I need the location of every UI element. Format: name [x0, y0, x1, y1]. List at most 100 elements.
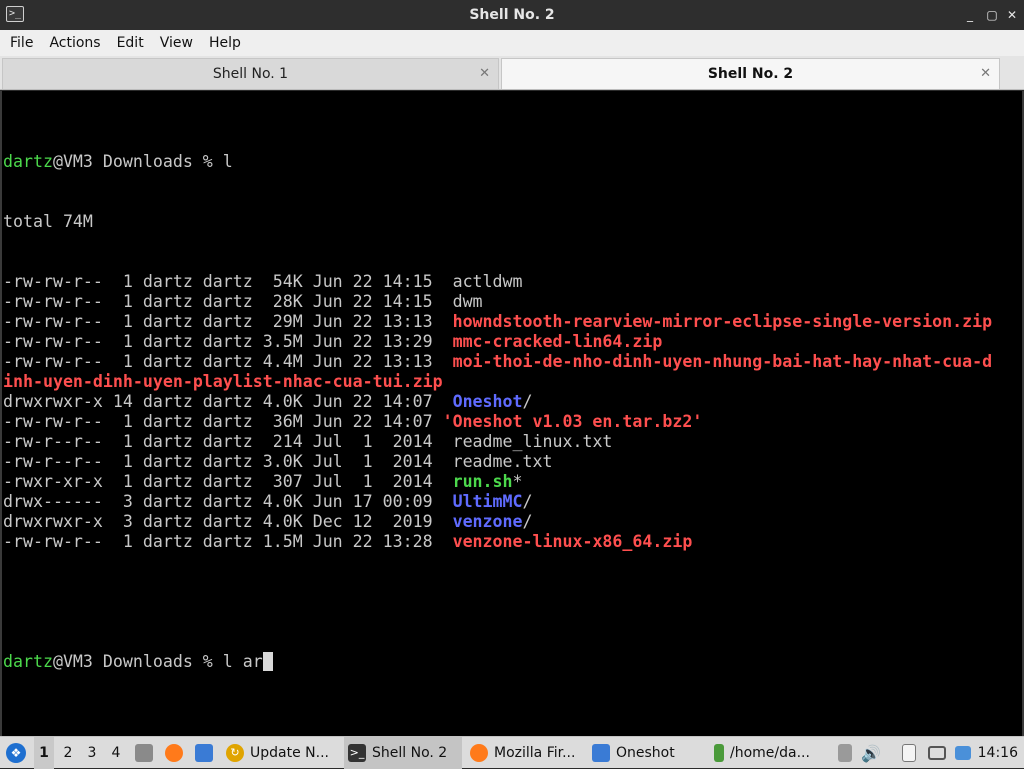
listing-row: -rw-r--r-- 1 dartz dartz 214 Jul 1 2014 …: [2, 432, 1022, 452]
display-icon: [928, 746, 946, 760]
terminal-icon: >_: [348, 744, 366, 762]
workspace-1[interactable]: 1: [34, 737, 54, 769]
start-menu-button[interactable]: ❖: [4, 737, 28, 769]
total-line: total 74M: [3, 212, 93, 231]
file-name: UltimMC: [452, 492, 523, 511]
title-bar: >_ Shell No. 2 _ ▢ ✕: [0, 0, 1024, 30]
task-label: /home/da...: [730, 745, 810, 761]
file-info: -rw-rw-r-- 1 dartz dartz 36M Jun 22 14:0…: [3, 412, 443, 431]
task-label: Update N...: [250, 745, 329, 761]
file-info: -rw-r--r-- 1 dartz dartz 3.0K Jul 1 2014: [3, 452, 453, 471]
file-info: -rw-rw-r-- 1 dartz dartz 54K Jun 22 14:1…: [3, 272, 453, 291]
file-info: -rwxr-xr-x 1 dartz dartz 307 Jul 1 2014: [3, 472, 453, 491]
listing-row: drwxrwxr-x 3 dartz dartz 4.0K Dec 12 201…: [2, 512, 1022, 532]
text-cursor: [262, 652, 273, 671]
network-icon: [955, 746, 971, 760]
maximize-button[interactable]: ▢: [984, 7, 1000, 23]
prompt-line: dartz@VM3 Downloads % l ar: [2, 652, 1022, 672]
workspace-4[interactable]: 4: [106, 737, 126, 769]
file-name: venzone: [452, 512, 523, 531]
prompt-command: l ar: [222, 652, 263, 671]
task-label: Shell No. 2: [372, 745, 448, 761]
task-firefox[interactable]: Mozilla Fir...: [466, 737, 584, 769]
task-label: Oneshot: [616, 745, 675, 761]
minimize-button[interactable]: _: [962, 7, 978, 23]
clipboard-icon: [902, 744, 916, 762]
tab-close-icon[interactable]: ✕: [479, 66, 490, 81]
listing-row: -rw-rw-r-- 1 dartz dartz 54K Jun 22 14:1…: [2, 272, 1022, 292]
menu-file[interactable]: File: [2, 30, 41, 56]
listing-row: -rw-rw-r-- 1 dartz dartz 29M Jun 22 13:1…: [2, 312, 1022, 332]
tab-close-icon[interactable]: ✕: [980, 66, 991, 81]
clock[interactable]: 14:16: [978, 737, 1018, 769]
listing: -rw-rw-r-- 1 dartz dartz 54K Jun 22 14:1…: [2, 272, 1022, 552]
file-suffix: /: [522, 512, 533, 531]
file-info: -rw-rw-r-- 1 dartz dartz 1.5M Jun 22 13:…: [3, 532, 453, 551]
prompt-command: l: [222, 152, 233, 171]
menu-bar: File Actions Edit View Help: [0, 30, 1024, 56]
file-info: -rw-rw-r-- 1 dartz dartz 3.5M Jun 22 13:…: [3, 332, 453, 351]
firefox-launcher[interactable]: [162, 737, 186, 769]
file-info: drwxrwxr-x 14 dartz dartz 4.0K Jun 22 14…: [3, 392, 453, 411]
window-title: Shell No. 2: [469, 7, 555, 23]
listing-row: inh-uyen-dinh-uyen-playlist-nhac-cua-tui…: [2, 372, 1022, 392]
file-suffix: *: [512, 472, 523, 491]
tab-bar: Shell No. 1 ✕ Shell No. 2 ✕: [0, 56, 1024, 90]
file-name: actldwm: [452, 272, 523, 291]
file-info: -rw-rw-r-- 1 dartz dartz 29M Jun 22 13:1…: [3, 312, 453, 331]
listing-row: drwx------ 3 dartz dartz 4.0K Jun 17 00:…: [2, 492, 1022, 512]
file-suffix: /: [522, 392, 533, 411]
start-menu-icon: ❖: [6, 743, 26, 763]
task-update-notifier[interactable]: ↻ Update N...: [222, 737, 340, 769]
update-icon: ↻: [226, 744, 244, 762]
listing-row: -rw-rw-r-- 1 dartz dartz 3.5M Jun 22 13:…: [2, 332, 1022, 352]
terminal-output[interactable]: dartz@VM3 Downloads % l total 74M -rw-rw…: [0, 91, 1024, 736]
file-suffix: /: [522, 492, 533, 511]
file-name: moi-thoi-de-nho-dinh-uyen-nhung-bai-hat-…: [452, 352, 993, 371]
close-button[interactable]: ✕: [1004, 7, 1020, 23]
volume-icon: 🔊: [861, 743, 881, 763]
file-name: venzone-linux-x86_64.zip: [452, 532, 693, 551]
tray-volume[interactable]: 🔊: [860, 737, 882, 769]
file-name: howndstooth-rearview-mirror-eclipse-sing…: [452, 312, 993, 331]
tray-network[interactable]: [952, 737, 974, 769]
file-info: -rw-r--r-- 1 dartz dartz 214 Jul 1 2014: [3, 432, 453, 451]
file-info: drwx------ 3 dartz dartz 4.0K Jun 17 00:…: [3, 492, 453, 511]
task-label: Mozilla Fir...: [494, 745, 576, 761]
menu-actions[interactable]: Actions: [41, 30, 108, 56]
file-name: Oneshot: [452, 392, 523, 411]
file-name: run.sh: [452, 472, 513, 491]
file-name: readme.txt: [452, 452, 553, 471]
tab-shell-2[interactable]: Shell No. 2 ✕: [501, 58, 1000, 89]
file-name: readme_linux.txt: [452, 432, 613, 451]
workspace-3[interactable]: 3: [82, 737, 102, 769]
file-manager-launcher[interactable]: [132, 737, 156, 769]
task-oneshot-folder[interactable]: Oneshot: [588, 737, 706, 769]
listing-row: -rw-r--r-- 1 dartz dartz 3.0K Jul 1 2014…: [2, 452, 1022, 472]
prompt-host: @VM3 Downloads %: [52, 652, 223, 671]
menu-view[interactable]: View: [152, 30, 201, 56]
tab-shell-1[interactable]: Shell No. 1 ✕: [2, 58, 499, 89]
menu-help[interactable]: Help: [201, 30, 249, 56]
prompt-user: dartz: [3, 652, 53, 671]
terminal-icon: [714, 744, 724, 762]
prompt-line: dartz@VM3 Downloads % l: [2, 152, 1022, 172]
listing-row: -rw-rw-r-- 1 dartz dartz 36M Jun 22 14:0…: [2, 412, 1022, 432]
listing-row: -rw-rw-r-- 1 dartz dartz 4.4M Jun 22 13:…: [2, 352, 1022, 372]
file-info: -rw-rw-r-- 1 dartz dartz 28K Jun 22 14:1…: [3, 292, 453, 311]
archive-icon: [135, 744, 153, 762]
workspace-2[interactable]: 2: [58, 737, 78, 769]
task-home-terminal[interactable]: /home/da...: [710, 737, 828, 769]
firefox-icon: [165, 744, 183, 762]
prompt-host: @VM3 Downloads %: [52, 152, 223, 171]
tray-keyboard[interactable]: [834, 737, 856, 769]
listing-row: -rwxr-xr-x 1 dartz dartz 307 Jul 1 2014 …: [2, 472, 1022, 492]
taskbar: ❖ 1 2 3 4 ↻ Update N... >_ Shell No. 2 M…: [0, 736, 1024, 769]
tray-display[interactable]: [926, 737, 948, 769]
task-shell-2[interactable]: >_ Shell No. 2: [344, 737, 462, 769]
file-name: dwm: [452, 292, 483, 311]
menu-edit[interactable]: Edit: [109, 30, 152, 56]
tray-clipboard[interactable]: [898, 737, 920, 769]
desktop-launcher[interactable]: [192, 737, 216, 769]
